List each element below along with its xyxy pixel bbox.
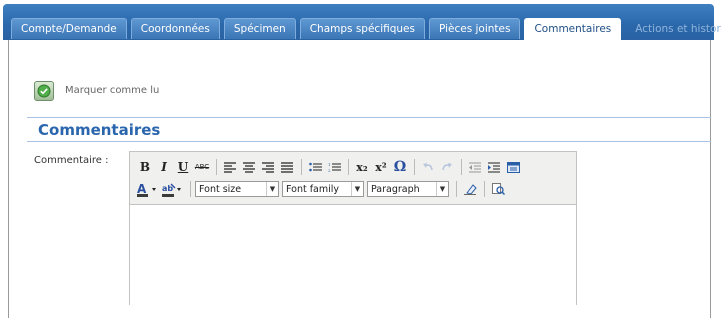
strikethrough-button[interactable]: ABC bbox=[193, 158, 211, 176]
toolbar-separator bbox=[301, 159, 302, 175]
editor-toolbar-row-1: B I U ABC 12 x₂ x² Ω bbox=[136, 157, 523, 177]
tab-actions-historique: Actions et historique bbox=[635, 23, 721, 35]
insert-date-icon[interactable] bbox=[504, 158, 522, 176]
bullet-list-icon[interactable] bbox=[306, 158, 324, 176]
highlight-color-icon: ab bbox=[162, 183, 181, 197]
toolbar-separator bbox=[348, 159, 349, 175]
toolbar-separator bbox=[484, 181, 485, 197]
comment-textarea[interactable] bbox=[130, 204, 576, 305]
numbered-list-icon[interactable]: 12 bbox=[325, 158, 343, 176]
subscript-button[interactable]: x₂ bbox=[353, 158, 371, 176]
section-divider-top bbox=[27, 117, 711, 118]
tab-champs-specifiques[interactable]: Champs spécifiques bbox=[299, 18, 425, 39]
toolbar-separator bbox=[190, 181, 191, 197]
toolbar-separator bbox=[216, 159, 217, 175]
toolbar-separator bbox=[461, 159, 462, 175]
toolbar-separator bbox=[414, 159, 415, 175]
chevron-down-icon: ▼ bbox=[266, 182, 278, 196]
bold-button[interactable]: B bbox=[136, 158, 154, 176]
toolbar-separator bbox=[456, 181, 457, 197]
align-justify-icon[interactable] bbox=[278, 158, 296, 176]
chevron-down-icon: ▼ bbox=[351, 182, 363, 196]
align-left-icon[interactable] bbox=[221, 158, 239, 176]
tab-compte-demande[interactable]: Compte/Demande bbox=[11, 18, 127, 39]
tab-coordonnees[interactable]: Coordonnées bbox=[130, 18, 220, 39]
tab-pieces-jointes[interactable]: Pièces jointes bbox=[428, 18, 521, 39]
preview-icon[interactable] bbox=[489, 180, 507, 198]
underline-button[interactable]: U bbox=[174, 158, 192, 176]
tab-list: Compte/Demande Coordonnées Spécimen Cham… bbox=[11, 18, 721, 40]
italic-button[interactable]: I bbox=[155, 158, 173, 176]
font-size-select[interactable]: Font size ▼ bbox=[195, 181, 279, 197]
tab-specimen[interactable]: Spécimen bbox=[223, 18, 296, 39]
editor-toolbar-row-2: A ab Font size ▼ Font family ▼ Paragraph… bbox=[136, 179, 508, 199]
align-right-icon[interactable] bbox=[259, 158, 277, 176]
svg-text:1: 1 bbox=[328, 162, 331, 167]
font-size-select-label: Font size bbox=[199, 183, 242, 195]
special-char-button[interactable]: Ω bbox=[391, 158, 409, 176]
redo-icon[interactable] bbox=[438, 158, 456, 176]
tab-bar: Compte/Demande Coordonnées Spécimen Cham… bbox=[3, 4, 721, 40]
text-color-icon: A bbox=[137, 182, 156, 197]
format-select-label: Paragraph bbox=[371, 183, 420, 195]
rich-text-editor: B I U ABC 12 x₂ x² Ω A ab Font size ▼ Fo… bbox=[129, 151, 577, 305]
section-title: Commentaires bbox=[38, 121, 161, 139]
format-select[interactable]: Paragraph ▼ bbox=[367, 181, 449, 197]
font-family-select[interactable]: Font family ▼ bbox=[282, 181, 364, 197]
undo-icon[interactable] bbox=[419, 158, 437, 176]
font-family-select-label: Font family bbox=[286, 183, 340, 195]
svg-text:2: 2 bbox=[328, 168, 331, 173]
remove-format-icon[interactable] bbox=[461, 180, 479, 198]
align-center-icon[interactable] bbox=[240, 158, 258, 176]
section-divider bbox=[27, 141, 711, 142]
superscript-button[interactable]: x² bbox=[372, 158, 390, 176]
tab-commentaires[interactable]: Commentaires bbox=[524, 18, 622, 40]
check-circle-icon bbox=[37, 84, 51, 98]
indent-icon[interactable] bbox=[485, 158, 503, 176]
comment-label: Commentaire : bbox=[34, 155, 109, 166]
outdent-icon[interactable] bbox=[466, 158, 484, 176]
highlight-color-button[interactable]: ab bbox=[161, 180, 185, 198]
chevron-down-icon: ▼ bbox=[436, 182, 448, 196]
svg-text:A: A bbox=[137, 182, 147, 196]
mark-read-label[interactable]: Marquer comme lu bbox=[65, 85, 159, 96]
text-color-button[interactable]: A bbox=[136, 180, 160, 198]
mark-read-button[interactable] bbox=[34, 81, 54, 101]
